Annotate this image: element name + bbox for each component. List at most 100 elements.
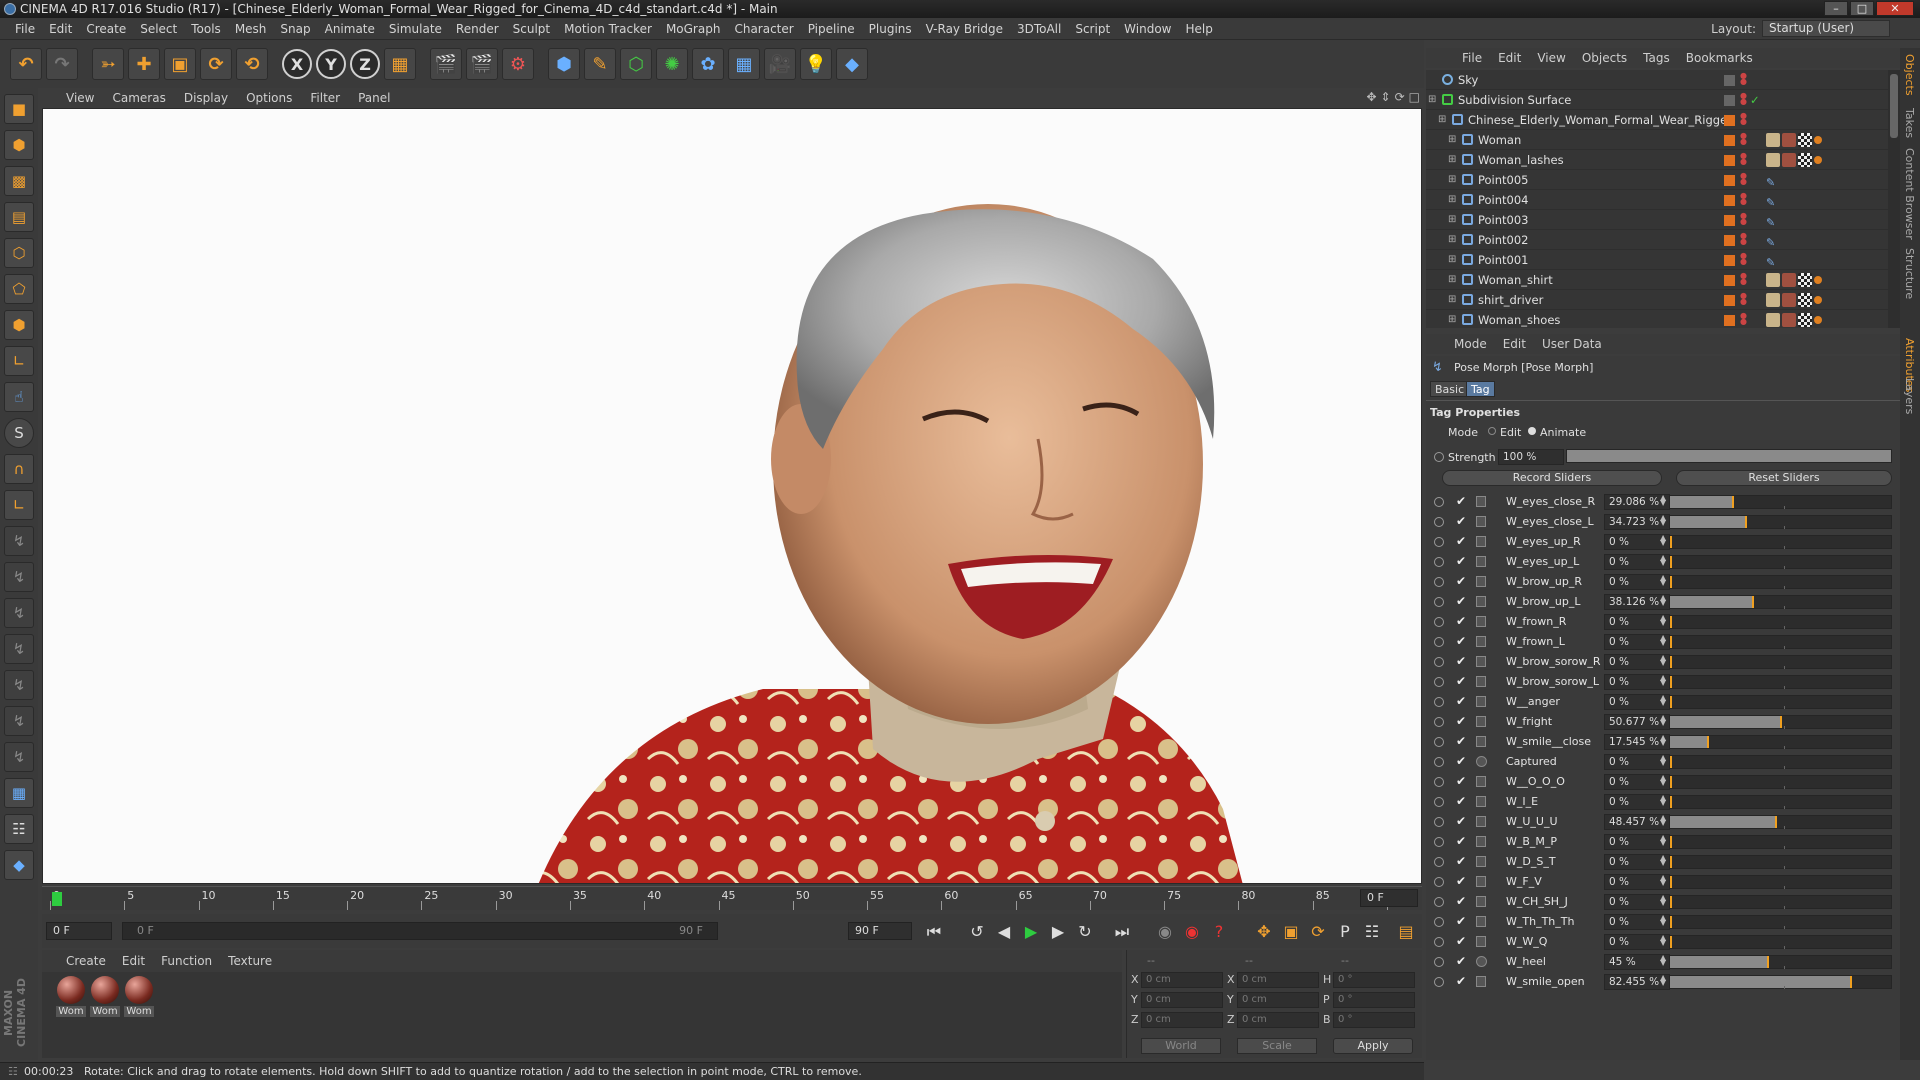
object-tag-icon[interactable] <box>1782 153 1796 167</box>
morph-slider-track[interactable] <box>1669 835 1892 849</box>
layer-color-icon[interactable] <box>1724 195 1735 206</box>
enable-checkbox[interactable]: ✔ <box>1456 954 1466 968</box>
strength-field[interactable]: 100 % <box>1498 449 1564 465</box>
points-mode-icon[interactable]: ⬡ <box>4 238 34 268</box>
animate-keyframe-icon[interactable] <box>1434 897 1444 907</box>
enable-checkbox[interactable]: ✔ <box>1456 814 1466 828</box>
value-stepper-icon[interactable]: ▲ ▼ <box>1660 634 1666 647</box>
side-tab-objects[interactable]: Objects <box>1903 54 1916 96</box>
object-tag-icon[interactable] <box>1798 273 1812 287</box>
visibility-dots-icon[interactable]: ● ● <box>1740 212 1747 226</box>
expand-toggle-icon[interactable]: ⊞ <box>1448 170 1456 190</box>
enable-checkbox[interactable]: ✔ <box>1456 834 1466 848</box>
keyframe-selection-icon[interactable]: ? <box>1207 920 1231 944</box>
render-view-icon[interactable]: 🎬 <box>430 48 462 80</box>
enable-checkbox[interactable]: ✔ <box>1456 874 1466 888</box>
expand-toggle-icon[interactable]: ⊞ <box>1448 130 1456 150</box>
value-stepper-icon[interactable]: ▲ ▼ <box>1660 674 1666 687</box>
animate-keyframe-icon[interactable] <box>1434 677 1444 687</box>
coord-value-field[interactable]: 0 ° <box>1333 1012 1415 1028</box>
morph-slider-track[interactable] <box>1669 495 1892 509</box>
enable-checkbox[interactable]: ✔ <box>1456 634 1466 648</box>
material-swatch[interactable]: Wom <box>124 976 154 1017</box>
deformer-icon[interactable]: ✿ <box>692 48 724 80</box>
grid-lock-icon[interactable]: ▦ <box>4 778 34 808</box>
animate-keyframe-icon[interactable] <box>1434 917 1444 927</box>
visibility-dots-icon[interactable]: ● ● <box>1740 232 1747 246</box>
brush-tool-icon[interactable]: ↯ <box>4 634 34 664</box>
layer-color-icon[interactable] <box>1724 155 1735 166</box>
pen-spline-icon[interactable]: ✎ <box>584 48 616 80</box>
snap-icon[interactable]: S <box>4 418 34 448</box>
layer-color-icon[interactable] <box>1724 255 1735 266</box>
mograph-cloner-icon[interactable]: ✺ <box>656 48 688 80</box>
enable-checkbox[interactable]: ✔ <box>1456 694 1466 708</box>
animate-keyframe-icon[interactable] <box>1434 777 1444 787</box>
enable-checkbox[interactable]: ✔ <box>1456 494 1466 508</box>
object-menu-file[interactable]: File <box>1462 51 1482 65</box>
material-menu-edit[interactable]: Edit <box>122 954 145 968</box>
morph-slider-track[interactable] <box>1669 955 1892 969</box>
polygons-mode-icon[interactable]: ⬢ <box>4 310 34 340</box>
object-tag-icon[interactable] <box>1798 293 1812 307</box>
visibility-dots-icon[interactable]: ● ● <box>1740 132 1747 146</box>
menu-select[interactable]: Select <box>133 22 184 36</box>
layer-color-icon[interactable] <box>1724 215 1735 226</box>
tab-tag[interactable]: Tag <box>1466 381 1495 397</box>
animate-keyframe-icon[interactable] <box>1434 577 1444 587</box>
morph-slider-track[interactable] <box>1669 635 1892 649</box>
animate-keyframe-icon[interactable] <box>1434 937 1444 947</box>
edges-mode-icon[interactable]: ⬠ <box>4 274 34 304</box>
layer-color-icon[interactable] <box>1724 135 1735 146</box>
go-to-end-icon[interactable]: ⏭ <box>1110 920 1134 944</box>
morph-slider-track[interactable] <box>1669 855 1892 869</box>
animate-keyframe-icon[interactable] <box>1434 817 1444 827</box>
edit-morph-icon[interactable] <box>1476 536 1486 547</box>
light-icon[interactable]: 💡 <box>800 48 832 80</box>
animate-keyframe-icon[interactable] <box>1434 617 1444 627</box>
animate-keyframe-icon[interactable] <box>1434 657 1444 667</box>
knife-tool-icon[interactable]: ↯ <box>4 706 34 736</box>
morph-slider-track[interactable] <box>1669 595 1892 609</box>
viewport-menu-filter[interactable]: Filter <box>310 91 340 105</box>
menu-script[interactable]: Script <box>1068 22 1117 36</box>
key-scale-icon[interactable]: ▣ <box>1279 920 1303 944</box>
expand-toggle-icon[interactable]: ⊞ <box>1438 110 1446 130</box>
viewport-menu-options[interactable]: Options <box>246 91 292 105</box>
animate-keyframe-icon[interactable] <box>1434 497 1444 507</box>
minimize-button[interactable]: – <box>1824 1 1848 16</box>
tweak-mode-icon[interactable]: ☝ <box>4 382 34 412</box>
side-tab-structure[interactable]: Structure <box>1903 248 1916 299</box>
object-tag-icon[interactable] <box>1766 273 1780 287</box>
autokey-icon[interactable]: ◉ <box>1180 920 1204 944</box>
menu-motion-tracker[interactable]: Motion Tracker <box>557 22 659 36</box>
viewport-menu-display[interactable]: Display <box>184 91 228 105</box>
value-stepper-icon[interactable]: ▲ ▼ <box>1660 954 1666 967</box>
object-row[interactable]: ⊞ Point002 ● ● ✎ <box>1426 230 1888 250</box>
morph-slider-track[interactable] <box>1669 675 1892 689</box>
enable-checkbox[interactable]: ✔ <box>1456 554 1466 568</box>
python-script-icon[interactable]: ◆ <box>4 850 34 880</box>
menu-edit[interactable]: Edit <box>42 22 79 36</box>
edit-morph-icon[interactable] <box>1476 676 1486 687</box>
object-tag-icon[interactable] <box>1766 133 1780 147</box>
edit-morph-icon[interactable] <box>1476 776 1486 787</box>
step-back-icon[interactable]: ◀ <box>992 920 1016 944</box>
object-menu-edit[interactable]: Edit <box>1498 51 1521 65</box>
value-stepper-icon[interactable]: ▲ ▼ <box>1660 594 1666 607</box>
sculpt-tool-icon[interactable]: ↯ <box>4 526 34 556</box>
object-tag-icon[interactable] <box>1814 296 1822 304</box>
coord-value-field[interactable]: 0 ° <box>1333 972 1415 988</box>
value-stepper-icon[interactable]: ▲ ▼ <box>1660 694 1666 707</box>
edit-morph-icon[interactable] <box>1476 796 1486 807</box>
enable-checkbox[interactable]: ✔ <box>1456 854 1466 868</box>
animate-keyframe-icon[interactable] <box>1434 557 1444 567</box>
morph-slider-track[interactable] <box>1669 555 1892 569</box>
visibility-dots-icon[interactable]: ● ● <box>1740 252 1747 266</box>
animate-keyframe-icon[interactable] <box>1434 597 1444 607</box>
enable-checkbox[interactable]: ✔ <box>1456 574 1466 588</box>
record-keys-icon[interactable]: ◉ <box>1153 920 1177 944</box>
edit-morph-icon[interactable] <box>1476 736 1486 747</box>
model-mode-icon[interactable]: ⬢ <box>4 130 34 160</box>
edit-morph-icon[interactable] <box>1476 956 1487 967</box>
